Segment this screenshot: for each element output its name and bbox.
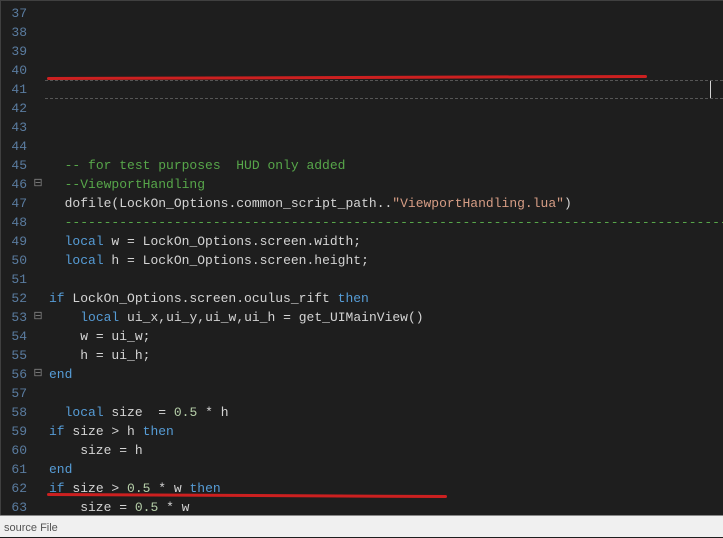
code-line[interactable]: ----------------------------------------… xyxy=(49,213,723,232)
code-line[interactable]: dofile(LockOn_Options.common_script_path… xyxy=(49,194,723,213)
code-line[interactable]: if LockOn_Options.screen.oculus_rift the… xyxy=(49,289,723,308)
fold-marker xyxy=(31,137,45,156)
line-number: 56 xyxy=(1,365,31,384)
status-bar: source File xyxy=(0,515,723,537)
fold-marker xyxy=(31,194,45,213)
line-number: 62 xyxy=(1,479,31,498)
line-number: 60 xyxy=(1,441,31,460)
fold-marker xyxy=(31,403,45,422)
code-line[interactable]: size = 0.5 * w xyxy=(49,498,723,515)
code-line[interactable]: --ViewportHandling xyxy=(49,175,723,194)
fold-marker xyxy=(31,346,45,365)
code-line[interactable] xyxy=(49,384,723,403)
fold-marker xyxy=(31,270,45,289)
line-number: 63 xyxy=(1,498,31,515)
code-line[interactable]: -- for test purposes HUD only added xyxy=(49,156,723,175)
line-number: 42 xyxy=(1,99,31,118)
fold-marker xyxy=(31,327,45,346)
fold-marker[interactable]: ⊟ xyxy=(31,175,45,194)
fold-marker xyxy=(31,460,45,479)
line-number-gutter: 3738394041424344454647484950515253545556… xyxy=(1,1,31,515)
line-number: 40 xyxy=(1,61,31,80)
fold-marker xyxy=(31,213,45,232)
current-line-highlight xyxy=(45,80,723,99)
line-number: 45 xyxy=(1,156,31,175)
fold-marker xyxy=(31,289,45,308)
line-number: 41 xyxy=(1,80,31,99)
fold-marker xyxy=(31,23,45,42)
line-number: 54 xyxy=(1,327,31,346)
code-line[interactable]: end xyxy=(49,365,723,384)
code-line[interactable]: w = ui_w; xyxy=(49,327,723,346)
code-line[interactable] xyxy=(49,137,723,156)
line-number: 47 xyxy=(1,194,31,213)
line-number: 51 xyxy=(1,270,31,289)
code-line[interactable]: end xyxy=(49,460,723,479)
fold-marker[interactable]: ⊟ xyxy=(31,365,45,384)
line-number: 44 xyxy=(1,137,31,156)
line-number: 50 xyxy=(1,251,31,270)
code-line[interactable] xyxy=(49,270,723,289)
line-number: 58 xyxy=(1,403,31,422)
fold-gutter[interactable]: ⊟ ⊟ ⊟ xyxy=(31,1,45,515)
fold-marker xyxy=(31,251,45,270)
line-number: 48 xyxy=(1,213,31,232)
line-number: 49 xyxy=(1,232,31,251)
fold-marker xyxy=(31,99,45,118)
fold-marker xyxy=(31,232,45,251)
code-editor[interactable]: 3738394041424344454647484950515253545556… xyxy=(0,0,723,515)
fold-marker xyxy=(31,422,45,441)
fold-marker xyxy=(31,61,45,80)
code-line[interactable]: local h = LockOn_Options.screen.height; xyxy=(49,251,723,270)
fold-marker xyxy=(31,118,45,137)
code-area[interactable]: -- for test purposes HUD only added --Vi… xyxy=(45,1,723,515)
code-line[interactable]: if size > h then xyxy=(49,422,723,441)
line-number: 39 xyxy=(1,42,31,61)
fold-marker xyxy=(31,479,45,498)
code-line[interactable]: h = ui_h; xyxy=(49,346,723,365)
fold-marker xyxy=(31,42,45,61)
line-number: 43 xyxy=(1,118,31,137)
fold-marker xyxy=(31,4,45,23)
code-line[interactable]: local w = LockOn_Options.screen.width; xyxy=(49,232,723,251)
line-number: 55 xyxy=(1,346,31,365)
code-line[interactable]: local ui_x,ui_y,ui_w,ui_h = get_UIMainVi… xyxy=(49,308,723,327)
fold-marker xyxy=(31,498,45,515)
code-line[interactable] xyxy=(49,118,723,137)
line-number: 53 xyxy=(1,308,31,327)
line-number: 52 xyxy=(1,289,31,308)
fold-marker xyxy=(31,156,45,175)
line-number: 59 xyxy=(1,422,31,441)
line-number: 38 xyxy=(1,23,31,42)
fold-marker xyxy=(31,441,45,460)
annotation-underline-1 xyxy=(47,75,647,80)
fold-marker xyxy=(31,80,45,99)
fold-marker xyxy=(31,384,45,403)
line-number: 61 xyxy=(1,460,31,479)
fold-marker[interactable]: ⊟ xyxy=(31,308,45,327)
code-line[interactable]: size = h xyxy=(49,441,723,460)
line-number: 37 xyxy=(1,4,31,23)
code-line[interactable]: local size = 0.5 * h xyxy=(49,403,723,422)
line-number: 57 xyxy=(1,384,31,403)
text-cursor xyxy=(710,81,711,98)
line-number: 46 xyxy=(1,175,31,194)
status-text: source File xyxy=(4,522,58,534)
